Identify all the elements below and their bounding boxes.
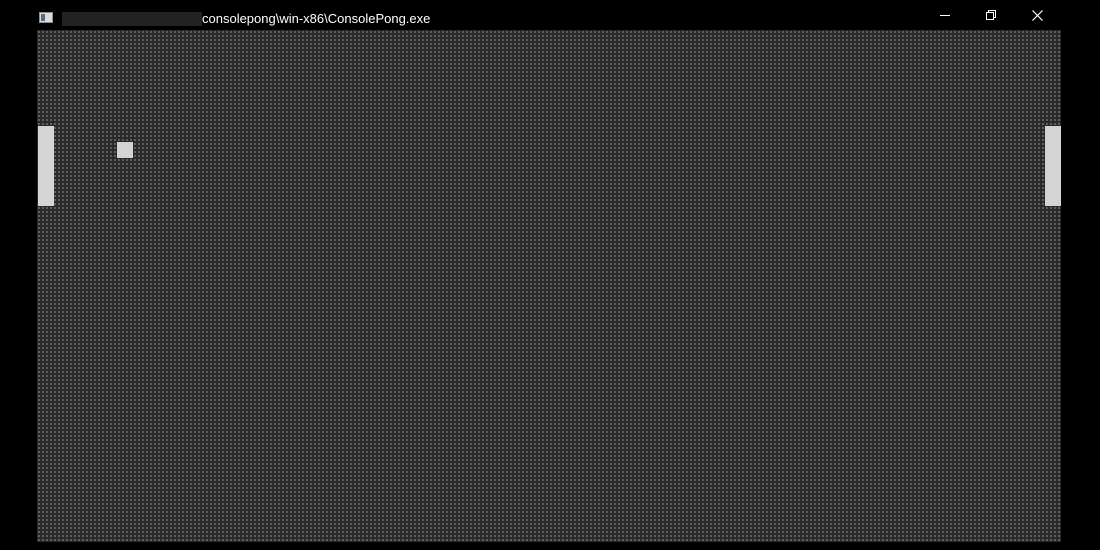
- restore-icon: [986, 10, 996, 20]
- minimize-button[interactable]: [922, 0, 968, 30]
- window-title: consolepong\win-x86\ConsolePong.exe: [202, 11, 431, 26]
- left-paddle: [38, 126, 54, 206]
- console-game-area[interactable]: [37, 30, 1061, 542]
- minimize-icon: [940, 15, 950, 16]
- console-window: consolepong\win-x86\ConsolePong.exe: [0, 0, 1100, 550]
- console-app-icon[interactable]: [39, 12, 53, 23]
- right-paddle: [1045, 126, 1061, 206]
- ball: [117, 142, 133, 158]
- close-icon: [1031, 9, 1043, 21]
- redacted-path: [62, 12, 202, 26]
- title-bar[interactable]: consolepong\win-x86\ConsolePong.exe: [0, 0, 1100, 30]
- restore-button[interactable]: [968, 0, 1014, 30]
- close-button[interactable]: [1014, 0, 1060, 30]
